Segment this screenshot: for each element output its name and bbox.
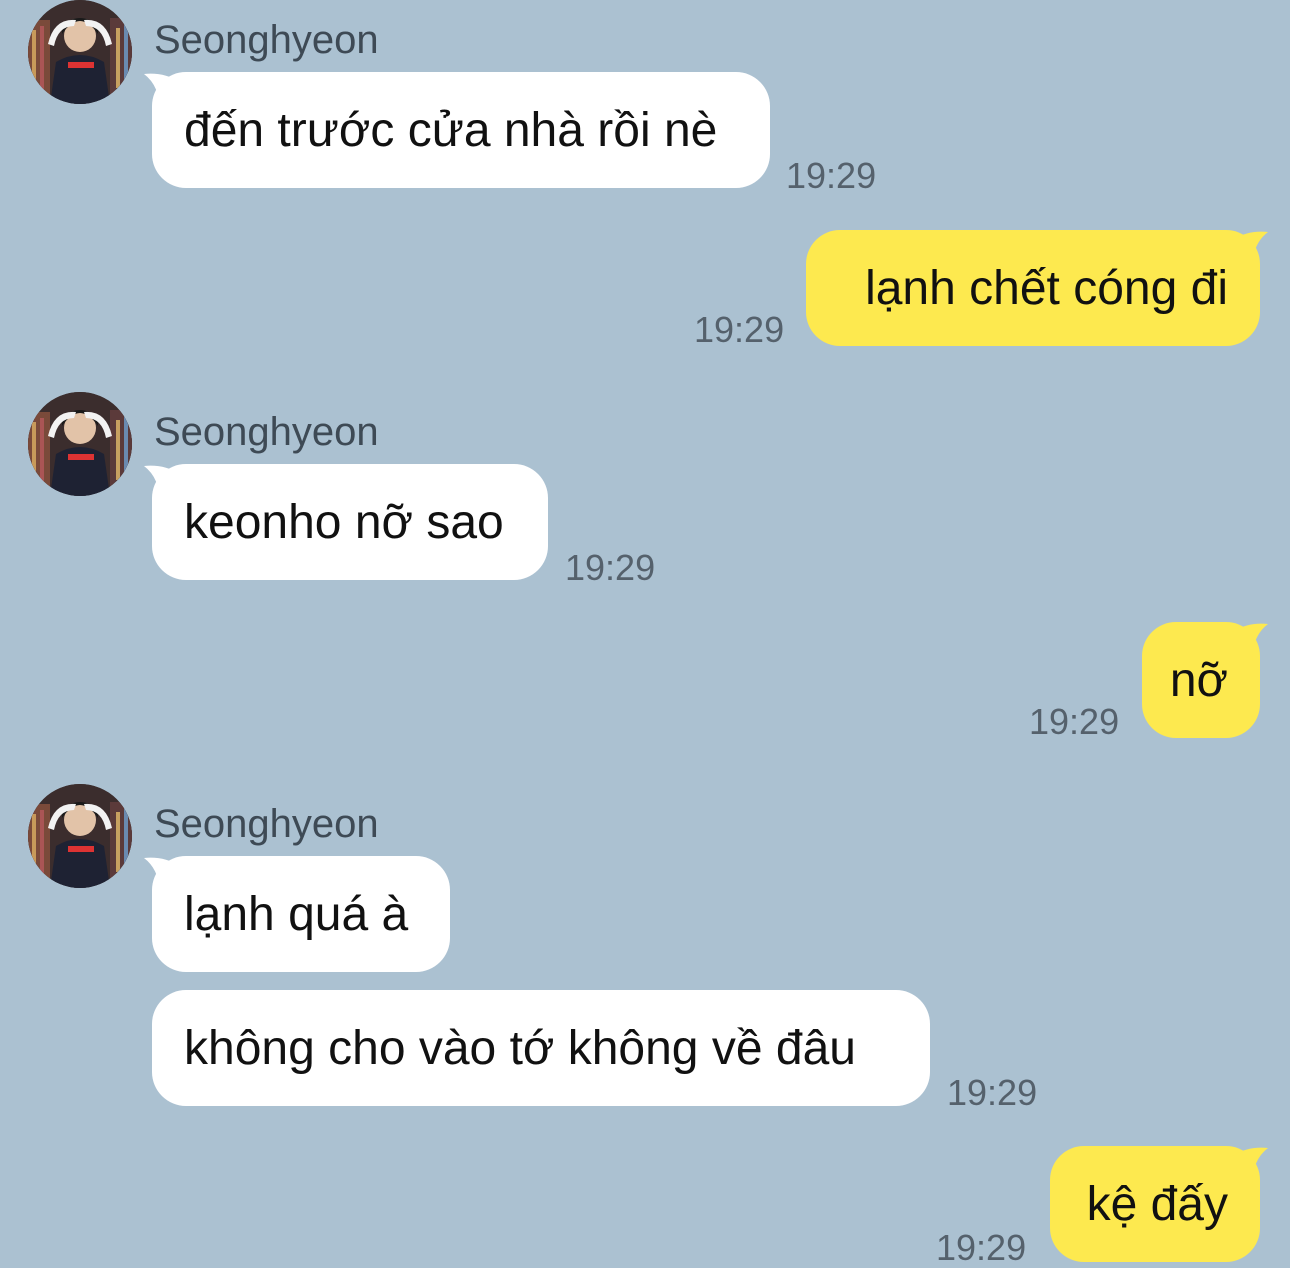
message-outgoing[interactable]: nỡ <box>1142 622 1268 738</box>
bubble-tail-icon <box>144 857 180 896</box>
message-timestamp: 19:29 <box>1029 701 1120 742</box>
avatar-photo-icon <box>28 392 132 496</box>
message-timestamp: 19:29 <box>694 309 785 350</box>
avatar[interactable] <box>28 0 132 104</box>
bubble-tail-icon <box>144 73 180 112</box>
message-bubble[interactable]: lạnh chết cóng đi <box>806 230 1260 346</box>
message-incoming[interactable]: lạnh quá à <box>144 856 450 972</box>
message-incoming[interactable]: không cho vào tớ không về đâu <box>152 990 930 1106</box>
message-bubble[interactable]: không cho vào tớ không về đâu <box>152 990 930 1106</box>
message-timestamp: 19:29 <box>786 155 877 196</box>
message-timestamp: 19:29 <box>936 1227 1027 1268</box>
avatar[interactable] <box>28 784 132 888</box>
avatar-photo-icon <box>28 0 132 104</box>
message-timestamp: 19:29 <box>565 547 656 588</box>
message-outgoing[interactable]: lạnh chết cóng đi <box>806 230 1268 346</box>
message-bubble[interactable]: lạnh quá à <box>152 856 450 972</box>
avatar-photo-icon <box>28 784 132 888</box>
bubble-tail-icon <box>1232 623 1268 662</box>
sender-name: Seonghyeon <box>154 802 379 846</box>
sender-name: Seonghyeon <box>154 18 379 62</box>
message-bubble[interactable]: kệ đấy <box>1050 1146 1260 1262</box>
message-incoming[interactable]: keonho nỡ sao <box>144 464 548 580</box>
sender-name: Seonghyeon <box>154 410 379 454</box>
bubble-tail-icon <box>1232 1147 1268 1186</box>
message-outgoing[interactable]: kệ đấy <box>1050 1146 1268 1262</box>
avatar[interactable] <box>28 392 132 496</box>
message-timestamp: 19:29 <box>947 1072 1038 1113</box>
message-bubble[interactable]: đến trước cửa nhà rồi nè <box>152 72 770 188</box>
message-incoming[interactable]: đến trước cửa nhà rồi nè <box>144 72 770 188</box>
bubble-tail-icon <box>144 465 180 504</box>
bubble-tail-icon <box>1232 231 1268 270</box>
message-bubble[interactable]: keonho nỡ sao <box>152 464 548 580</box>
